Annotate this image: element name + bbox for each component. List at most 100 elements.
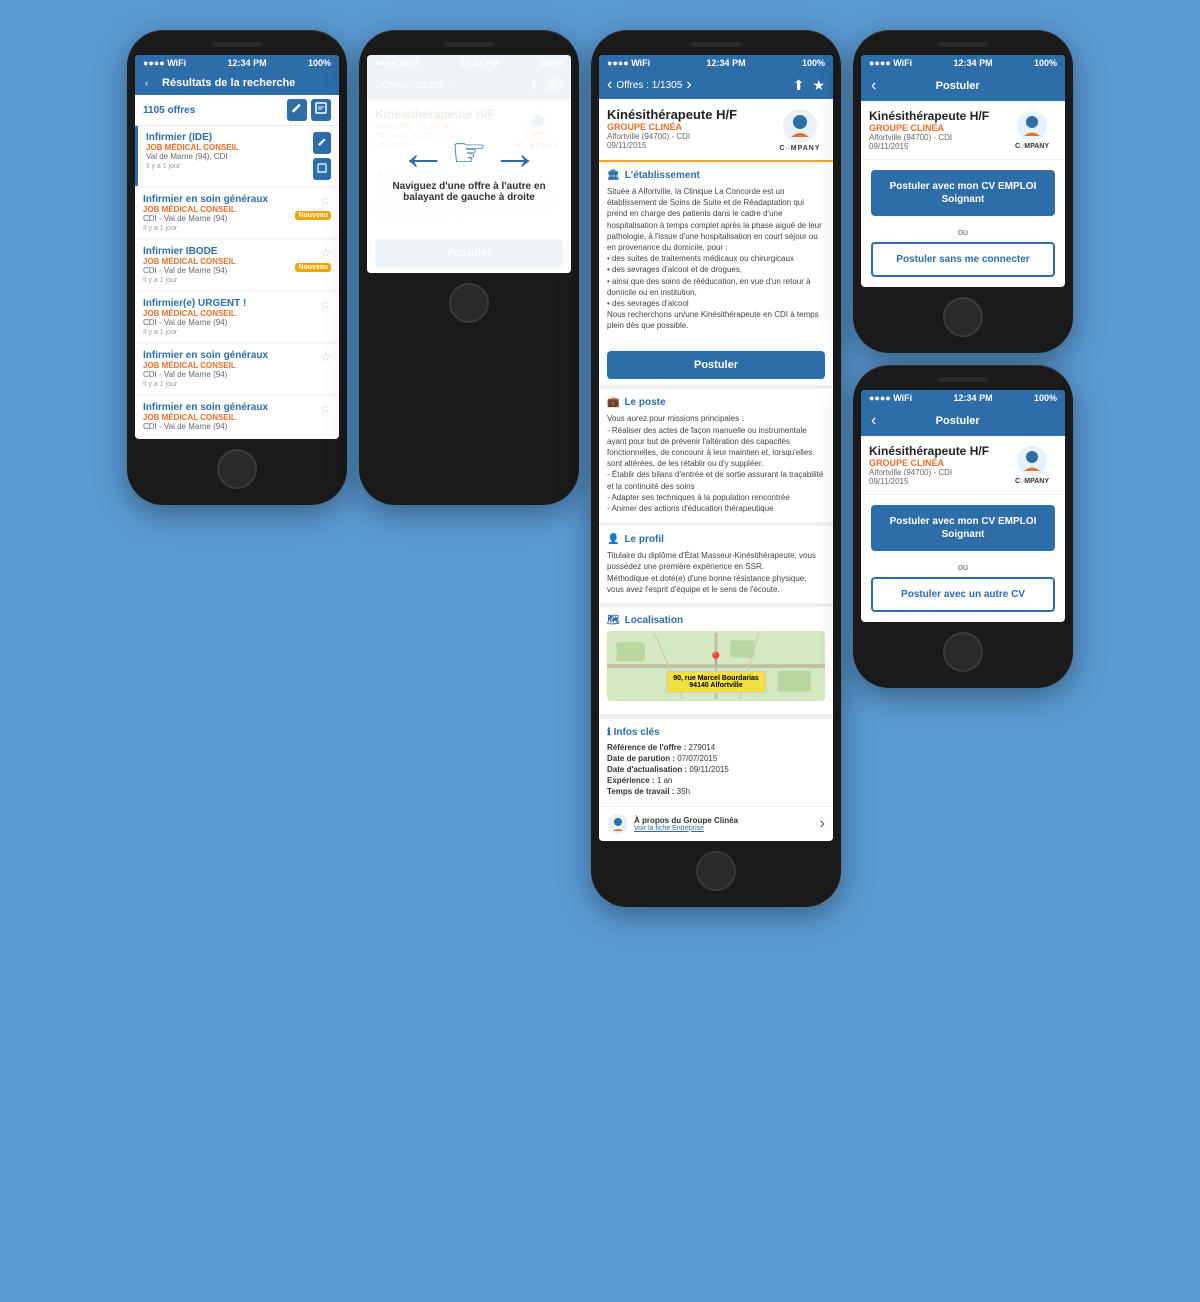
offer-location-5: Alfortville (94700) - CDI [869, 468, 989, 477]
result-item-0[interactable]: Infirmier (IDE) JOB MÉDICAL CONSEIL Val … [135, 126, 339, 186]
arrow-right-icon: → [491, 126, 539, 181]
result-item-4[interactable]: Infirmier en soin généraux JOB MÉDICAL C… [135, 344, 339, 394]
localisation-title: 🗺 Localisation [607, 615, 825, 626]
star-icon-2[interactable]: ☆ [320, 246, 331, 260]
company-footer[interactable]: À propos du Groupe Clinéa Voir la fiche … [599, 806, 833, 841]
battery-4: 100% [1034, 58, 1057, 68]
edit-icon-0[interactable] [313, 132, 331, 154]
info-date-actualisation: Date d'actualisation : 09/11/2015 [607, 765, 825, 774]
apply-no-login-btn-4[interactable]: Postuler sans me connecter [871, 242, 1055, 277]
result-item-1[interactable]: Infirmier en soin généraux JOB MÉDICAL C… [135, 188, 339, 238]
offer-header-3: Kinésithérapeute H/F GROUPE CLINÉA Alfor… [599, 99, 833, 162]
postuler-container-3: Postuler [599, 339, 833, 385]
status-bar-5: ●●●● WiFi 12:34 PM 100% [861, 390, 1065, 406]
badge-new-2: Nouveau [295, 263, 331, 272]
phone-4: ●●●● WiFi 12:34 PM 100% ‹ Postuler Kinés… [853, 30, 1073, 353]
share-btn-3[interactable]: ⬆ [793, 77, 805, 94]
result-date-0: Il y a 1 jour [146, 163, 239, 170]
star-btn-3[interactable]: ★ [812, 77, 825, 94]
result-date-2: Il y a 1 jour [143, 277, 236, 284]
offer-location-4: Alfortville (94700) - CDI [869, 133, 989, 142]
time-1: 12:34 PM [228, 58, 267, 68]
offer-info-5: Kinésithérapeute H/F GROUPE CLINÉA Alfor… [861, 436, 1065, 495]
status-bar-4: ●●●● WiFi 12:34 PM 100% [861, 55, 1065, 71]
result-location-2: CDI - Val de Marne (94) [143, 266, 236, 275]
company-name-4: C○MPANY [1015, 143, 1049, 150]
home-btn-5[interactable] [943, 632, 983, 672]
info-reference: Référence de l'offre : 279014 [607, 743, 825, 752]
offer-nav-3: ‹ Offres : 1/1305 › ⬆ ★ [599, 71, 833, 99]
nav-title-1: Résultats de la recherche [148, 77, 309, 89]
offer-company-5: GROUPE CLINÉA [869, 458, 989, 468]
hand-icon: ☞ [451, 130, 487, 176]
result-location-3: CDI - Val de Marne (94) [143, 318, 246, 327]
offer-date-3: 09/11/2015 [607, 141, 737, 150]
result-count: 1105 offres [143, 105, 195, 116]
company-footer-link[interactable]: Voir la fiche Entreprise [634, 825, 738, 832]
edit-btn[interactable] [287, 99, 307, 121]
poste-text: Vous aurez pour missions principales :- … [607, 413, 825, 514]
screen-full-offer: ●●●● WiFi 12:34 PM 100% ‹ Offres : 1/130… [599, 55, 833, 841]
company-logo-5: C○MPANY [1007, 444, 1057, 485]
nav-bar-5: ‹ Postuler [861, 406, 1065, 436]
home-btn-4[interactable] [943, 297, 983, 337]
localisation-section: 🗺 Localisation [599, 607, 833, 714]
building-icon: 🏛 [607, 170, 620, 181]
result-title-2: Infirmier IBODE [143, 246, 236, 257]
star-icon-1[interactable]: ☆ [320, 194, 331, 208]
profil-section: 👤 Le profil Titulaire du diplôme d'État … [599, 526, 833, 603]
back-btn-3[interactable]: ‹ [607, 76, 612, 94]
home-btn-1[interactable] [217, 449, 257, 489]
offer-title-3: Kinésithérapeute H/F [607, 107, 737, 122]
signal-1: ●●●● WiFi [143, 58, 186, 68]
map-pin: 📍 [707, 651, 724, 668]
star-icon-4[interactable]: ☆ [320, 350, 331, 364]
footer-chevron-icon[interactable]: › [820, 815, 825, 833]
swipe-arrows: ← ☞ → [399, 126, 539, 181]
result-item-5[interactable]: Infirmier en soin généraux JOB MÉDICAL C… [135, 396, 339, 437]
company-logo-4: C○MPANY [1007, 109, 1057, 150]
company-logo-3: C○MPANY [775, 107, 825, 152]
star-icon-3[interactable]: ☆ [320, 298, 331, 312]
result-date-1: Il y a 1 jour [143, 225, 268, 232]
etablissement-title: 🏛 L'établissement [607, 170, 825, 181]
result-company-5: JOB MÉDICAL CONSEIL [143, 413, 268, 422]
home-btn-2[interactable] [449, 283, 489, 323]
home-btn-3[interactable] [696, 851, 736, 891]
screen-swipe-tutorial: ●●●● WiFi 12:34 PM 100% ‹ Offres : 1/130… [367, 55, 571, 273]
apply-other-cv-btn-5[interactable]: Postuler avec un autre CV [871, 577, 1055, 612]
infos-section: ℹ Infos clés Référence de l'offre : 2790… [599, 718, 833, 806]
info-icon: ℹ [607, 727, 611, 738]
save-btn[interactable] [311, 99, 331, 121]
phone-2: ●●●● WiFi 12:34 PM 100% ‹ Offres : 1/130… [359, 30, 579, 505]
result-company-2: JOB MÉDICAL CONSEIL [143, 257, 236, 266]
result-item-3[interactable]: Infirmier(e) URGENT ! JOB MÉDICAL CONSEI… [135, 292, 339, 342]
forward-btn-3[interactable]: › [686, 76, 691, 94]
result-list: Infirmier (IDE) JOB MÉDICAL CONSEIL Val … [135, 126, 339, 437]
info-temps-travail: Temps de travail : 35h [607, 787, 825, 796]
apply-separator-4: ou [871, 227, 1055, 237]
info-date-parution: Date de parution : 07/07/2015 [607, 754, 825, 763]
result-title-3: Infirmier(e) URGENT ! [143, 298, 246, 309]
profil-title: 👤 Le profil [607, 534, 825, 545]
star-icon-5[interactable]: ☆ [320, 402, 331, 416]
apply-cv-btn-5[interactable]: Postuler avec mon CV EMPLOI Soignant [871, 505, 1055, 551]
postuler-btn-3[interactable]: Postuler [607, 351, 825, 379]
profil-text: Titulaire du diplôme d'État Masseur-Kiné… [607, 550, 825, 595]
map-icon: 🗺 [607, 615, 620, 626]
result-item-2[interactable]: Infirmier IBODE JOB MÉDICAL CONSEIL CDI … [135, 240, 339, 290]
result-title-4: Infirmier en soin généraux [143, 350, 268, 361]
poste-icon: 💼 [607, 397, 619, 408]
result-title-0: Infirmier (IDE) [146, 132, 239, 143]
etablissement-text: Située à Alfortville, la Clinique La Con… [607, 186, 825, 331]
apply-cv-btn-4[interactable]: Postuler avec mon CV EMPLOI Soignant [871, 170, 1055, 216]
result-location-0: Val de Marne (94), CDI [146, 152, 239, 161]
save-icon-0[interactable] [313, 158, 331, 180]
company-footer-title: À propos du Groupe Clinéa [634, 816, 738, 825]
screen-apply-1: ●●●● WiFi 12:34 PM 100% ‹ Postuler Kinés… [861, 55, 1065, 287]
offer-title-4: Kinésithérapeute H/F [869, 109, 989, 123]
result-location-1: CDI - Val de Marne (94) [143, 214, 268, 223]
nav-bar-1: ‹ Résultats de la recherche [135, 71, 339, 95]
result-company-0: JOB MÉDICAL CONSEIL [146, 143, 239, 152]
offer-info-4: Kinésithérapeute H/F GROUPE CLINÉA Alfor… [861, 101, 1065, 160]
